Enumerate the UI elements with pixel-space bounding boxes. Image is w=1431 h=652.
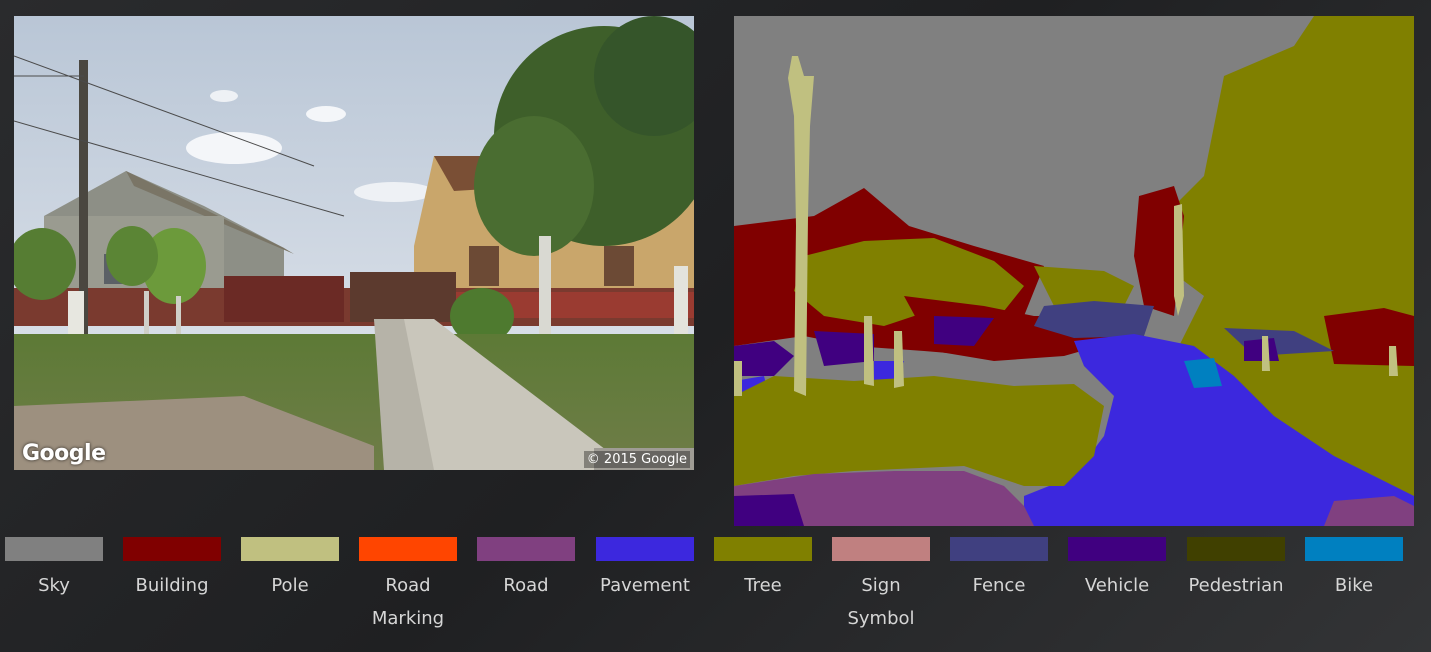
legend-item-bike: Bike bbox=[1295, 537, 1413, 602]
legend-label: Pole bbox=[271, 575, 309, 596]
legend-swatch bbox=[950, 537, 1048, 561]
legend-swatch bbox=[1187, 537, 1285, 561]
legend-item-road-marking: Road Marking bbox=[349, 537, 467, 635]
legend-item-building: Building bbox=[113, 537, 231, 602]
street-photo-illustration bbox=[14, 16, 694, 470]
legend-label: Tree bbox=[744, 575, 782, 596]
segmentation-figure: Google © 2015 Google Sky Building Pole R… bbox=[0, 0, 1431, 652]
legend-swatch bbox=[714, 537, 812, 561]
legend-item-fence: Fence bbox=[940, 537, 1058, 602]
legend-item-pole: Pole bbox=[231, 537, 349, 602]
legend-swatch bbox=[1068, 537, 1166, 561]
segmentation-map bbox=[734, 16, 1414, 526]
legend-swatch bbox=[241, 537, 339, 561]
legend-item-sky: Sky bbox=[0, 537, 113, 602]
legend-swatch bbox=[1305, 537, 1403, 561]
legend-swatch bbox=[5, 537, 103, 561]
legend-swatch bbox=[477, 537, 575, 561]
legend-label: Pavement bbox=[600, 575, 690, 596]
segmentation-mask bbox=[734, 16, 1414, 526]
legend-label: Sky bbox=[38, 575, 70, 596]
legend-swatch bbox=[596, 537, 694, 561]
legend-label: Pedestrian bbox=[1188, 575, 1284, 596]
legend-item-vehicle: Vehicle bbox=[1058, 537, 1176, 602]
legend-item-pavement: Pavement bbox=[586, 537, 704, 602]
legend-label: Road bbox=[503, 575, 549, 596]
legend-label: Bike bbox=[1334, 575, 1374, 596]
legend-label: Road Marking bbox=[371, 575, 445, 629]
legend-item-tree: Tree bbox=[704, 537, 822, 602]
legend-swatch bbox=[359, 537, 457, 561]
google-logo-watermark: Google bbox=[22, 441, 106, 466]
legend-swatch bbox=[832, 537, 930, 561]
legend-item-pedestrian: Pedestrian bbox=[1177, 537, 1295, 602]
legend-item-sign-symbol: Sign Symbol bbox=[822, 537, 940, 635]
legend-item-road: Road bbox=[467, 537, 585, 602]
legend-label: Vehicle bbox=[1084, 575, 1150, 596]
street-view-photo: Google © 2015 Google bbox=[14, 16, 694, 470]
legend-label: Building bbox=[135, 575, 209, 596]
legend-label: Sign Symbol bbox=[847, 575, 915, 629]
copyright-watermark: © 2015 Google bbox=[583, 451, 690, 468]
legend-label: Fence bbox=[972, 575, 1026, 596]
legend-swatch bbox=[123, 537, 221, 561]
class-legend: Sky Building Pole Road Marking Road Pave… bbox=[0, 537, 1431, 647]
